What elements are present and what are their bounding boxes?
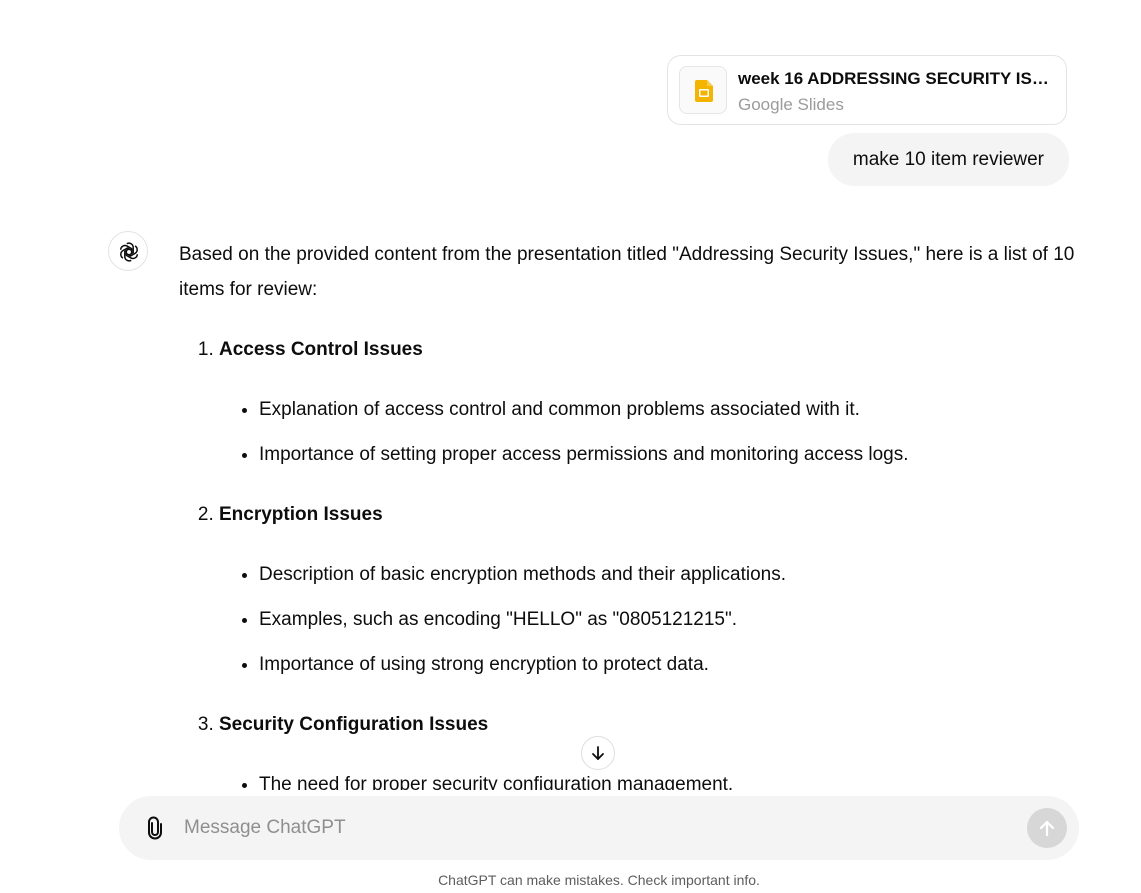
review-item: Access Control Issues Explanation of acc… — [219, 332, 1079, 472]
list-item: Importance of setting proper access perm… — [259, 437, 1079, 472]
assistant-message: Based on the provided content from the p… — [179, 237, 1079, 827]
review-item: Security Configuration Issues The need f… — [219, 707, 1079, 802]
paperclip-icon[interactable] — [143, 816, 167, 840]
arrow-up-icon — [1039, 820, 1055, 837]
attachment-file-name: week 16 ADDRESSING SECURITY ISSUES — [738, 69, 1058, 88]
review-item-title: Access Control Issues — [219, 339, 423, 360]
review-item: Encryption Issues Description of basic e… — [219, 497, 1079, 682]
attachment-card[interactable]: week 16 ADDRESSING SECURITY ISSUES Googl… — [667, 55, 1067, 125]
user-message: make 10 item reviewer — [827, 133, 1069, 186]
review-item-points: Description of basic encryption methods … — [219, 557, 1079, 682]
assistant-intro: Based on the provided content from the p… — [179, 244, 1075, 300]
list-item: Examples, such as encoding "HELLO" as "0… — [259, 602, 1079, 637]
chat-page: week 16 ADDRESSING SECURITY ISSUES Googl… — [0, 0, 1141, 893]
review-item-title: Security Configuration Issues — [219, 714, 489, 735]
message-input[interactable] — [184, 796, 1004, 860]
list-item: Importance of using strong encryption to… — [259, 647, 1079, 682]
google-slides-icon — [679, 66, 727, 114]
openai-logo-icon — [119, 242, 139, 262]
send-button[interactable] — [1027, 808, 1067, 848]
list-item: Explanation of access control and common… — [259, 392, 1079, 427]
assistant-avatar — [108, 231, 148, 271]
scroll-to-bottom-button[interactable] — [581, 736, 615, 770]
review-list: Access Control Issues Explanation of acc… — [179, 332, 1079, 802]
review-item-title: Encryption Issues — [219, 504, 383, 525]
arrow-down-icon — [592, 746, 604, 760]
review-item-points: Explanation of access control and common… — [219, 392, 1079, 472]
message-composer — [119, 796, 1079, 860]
list-item: Description of basic encryption methods … — [259, 557, 1079, 592]
disclaimer-text: ChatGPT can make mistakes. Check importa… — [438, 872, 760, 888]
attachment-file-type: Google Slides — [738, 95, 844, 114]
